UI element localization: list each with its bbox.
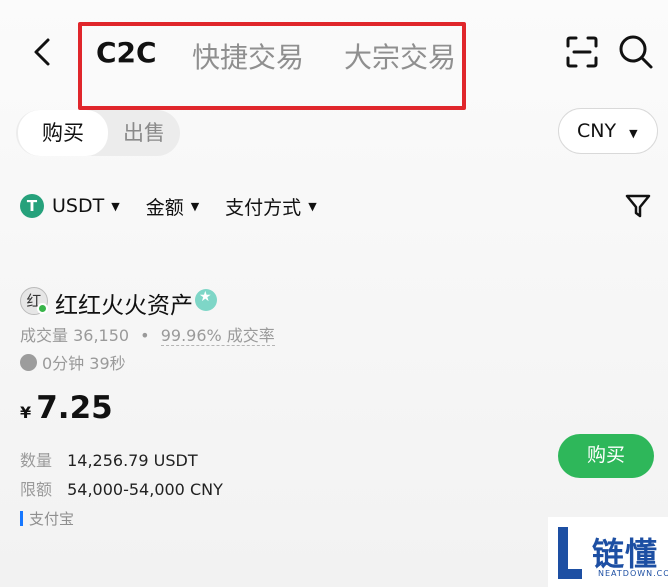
buy-sell-toggle: 购买 出售: [16, 110, 180, 156]
back-arrow-icon[interactable]: [28, 36, 56, 68]
currency-select[interactable]: CNY ▼: [558, 108, 658, 154]
payment-color-bar: [20, 511, 23, 526]
offer-price: ¥ 7.25: [20, 390, 113, 426]
chevron-down-icon: ▼: [308, 199, 317, 213]
filter-amount-label: 金额: [145, 196, 184, 219]
avg-release-time: 0分钟 39秒: [20, 350, 126, 374]
filter-bar: T USDT ▼ 金额 ▼ 支付方式 ▼: [20, 190, 343, 222]
watermark-l-icon: [558, 527, 582, 579]
tab-block-trade[interactable]: 大宗交易: [344, 36, 456, 76]
tab-quick-trade[interactable]: 快捷交易: [192, 36, 304, 76]
quantity-label: 数量: [20, 451, 53, 470]
toggle-buy[interactable]: 购买: [18, 110, 108, 156]
search-icon[interactable]: [616, 32, 656, 72]
filter-amount[interactable]: 金额 ▼: [146, 193, 199, 220]
scan-icon[interactable]: [562, 32, 602, 72]
toggle-sell[interactable]: 出售: [112, 110, 176, 156]
chevron-down-icon: ▼: [629, 127, 638, 140]
online-status-dot: [37, 303, 48, 314]
filter-payment-label: 支付方式: [225, 196, 302, 219]
price-value: 7.25: [36, 390, 113, 426]
clock-icon: [20, 353, 37, 371]
stats-separator: •: [140, 326, 150, 345]
completion-rate: 99.96% 成交率: [160, 326, 275, 346]
funnel-filter-icon[interactable]: [624, 192, 652, 220]
currency-value: CNY: [577, 120, 617, 142]
payment-method-label: 支付宝: [29, 510, 75, 528]
quantity-value: 14,256.79 USDT: [67, 451, 198, 470]
filter-coin-label: USDT: [52, 195, 105, 217]
limit-label: 限额: [20, 480, 53, 499]
filter-coin[interactable]: T USDT ▼: [20, 194, 120, 218]
limit-row: 限额 54,000-54,000 CNY: [20, 476, 223, 500]
limit-value: 54,000-54,000 CNY: [67, 480, 223, 499]
trade-count: 成交量 36,150: [20, 326, 130, 345]
buy-button[interactable]: 购买: [558, 434, 654, 478]
release-time-value: 0分钟 39秒: [42, 354, 126, 373]
watermark-subtext: NEATDOWN.COM: [598, 569, 668, 578]
verified-badge-icon: [195, 289, 217, 311]
merchant-name[interactable]: 红红火火资产: [55, 286, 193, 320]
merchant-stats: 成交量 36,150 • 99.96% 成交率: [20, 322, 275, 346]
currency-symbol: ¥: [20, 403, 32, 422]
trade-type-tabs: C2C 快捷交易 大宗交易: [78, 22, 466, 110]
watermark-logo: 链懂 NEATDOWN.COM: [548, 517, 668, 587]
payment-method: 支付宝: [20, 508, 74, 529]
chevron-down-icon: ▼: [190, 199, 200, 213]
tab-c2c[interactable]: C2C: [96, 36, 157, 69]
quantity-row: 数量 14,256.79 USDT: [20, 447, 198, 471]
filter-payment-method[interactable]: 支付方式 ▼: [225, 193, 316, 220]
c2c-trade-screen: C2C 快捷交易 大宗交易 购买 出售 CNY ▼ T USDT ▼ 金额 ▼ …: [0, 0, 668, 587]
tether-icon: T: [20, 194, 44, 218]
chevron-down-icon: ▼: [111, 199, 120, 213]
